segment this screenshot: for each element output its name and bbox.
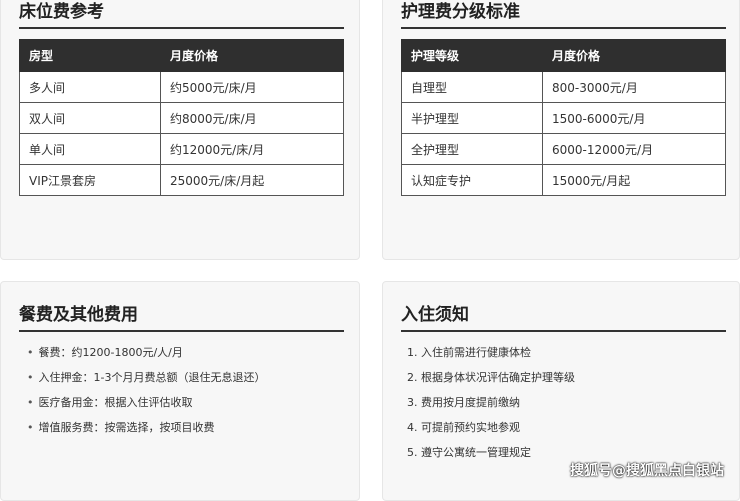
bed-fees-title: 床位费参考 xyxy=(19,0,344,29)
list-item: 2. 根据身体状况评估确定护理等级 xyxy=(407,371,575,384)
care-level-cell: 认知症专护 xyxy=(401,164,543,196)
price-cell: 15000元/月起 xyxy=(542,164,726,196)
price-cell: 800-3000元/月 xyxy=(542,71,726,103)
table-row: VIP江景套房 25000元/床/月起 xyxy=(19,164,344,196)
list-item: 5. 遵守公寓统一管理规定 xyxy=(407,446,531,459)
room-type-cell: 多人间 xyxy=(19,71,161,103)
table-row: 双人间 约8000元/床/月 xyxy=(19,102,344,134)
price-cell: 约12000元/床/月 xyxy=(160,133,344,165)
column-header-monthly-price: 月度价格 xyxy=(160,39,344,72)
table-row: 自理型 800-3000元/月 xyxy=(401,71,726,103)
bed-fees-card: 床位费参考 房型 月度价格 多人间 约5000元/床/月 双人间 约8000元/… xyxy=(0,0,360,260)
watermark: 搜狐号@搜狐黑点白银站 xyxy=(570,463,724,479)
table-row: 多人间 约5000元/床/月 xyxy=(19,71,344,103)
care-fees-card: 护理费分级标准 护理等级 月度价格 自理型 800-3000元/月 半护理型 1… xyxy=(382,0,740,260)
table-header-row: 护理等级 月度价格 xyxy=(401,39,726,72)
table-header-row: 房型 月度价格 xyxy=(19,39,344,72)
column-header-monthly-price: 月度价格 xyxy=(542,39,726,72)
price-cell: 约8000元/床/月 xyxy=(160,102,344,134)
column-header-care-level: 护理等级 xyxy=(401,39,543,72)
list-item: 3. 费用按月度提前缴纳 xyxy=(407,396,520,409)
bed-fees-table: 房型 月度价格 多人间 约5000元/床/月 双人间 约8000元/床/月 单人… xyxy=(19,39,344,196)
care-level-cell: 全护理型 xyxy=(401,133,543,165)
table-row: 认知症专护 15000元/月起 xyxy=(401,164,726,196)
notice-title: 入住须知 xyxy=(401,300,726,332)
list-item: 餐费：约1200-1800元/人/月 xyxy=(27,344,265,369)
care-fees-title: 护理费分级标准 xyxy=(401,0,726,29)
room-type-cell: VIP江景套房 xyxy=(19,164,161,196)
table-row: 半护理型 1500-6000元/月 xyxy=(401,102,726,134)
care-fees-table: 护理等级 月度价格 自理型 800-3000元/月 半护理型 1500-6000… xyxy=(401,39,726,196)
column-header-room-type: 房型 xyxy=(19,39,161,72)
price-cell: 约5000元/床/月 xyxy=(160,71,344,103)
table-row: 单人间 约12000元/床/月 xyxy=(19,133,344,165)
other-fees-list: 餐费：约1200-1800元/人/月 入住押金：1-3个月月费总额（退住无息退还… xyxy=(27,344,266,444)
care-level-cell: 半护理型 xyxy=(401,102,543,134)
list-item: 入住押金：1-3个月月费总额（退住无息退还） xyxy=(27,369,266,394)
list-item: 医疗备用金：根据入住评估收取 xyxy=(27,394,265,419)
notice-list: 1. 入住前需进行健康体检 2. 根据身体状况评估确定护理等级 3. 费用按月度… xyxy=(407,345,575,470)
other-fees-title: 餐费及其他费用 xyxy=(19,300,344,332)
other-fees-card: 餐费及其他费用 餐费：约1200-1800元/人/月 入住押金：1-3个月月费总… xyxy=(0,281,360,501)
table-row: 全护理型 6000-12000元/月 xyxy=(401,133,726,165)
room-type-cell: 单人间 xyxy=(19,133,161,165)
list-item: 4. 可提前预约实地参观 xyxy=(407,421,520,434)
list-item: 1. 入住前需进行健康体检 xyxy=(407,346,531,359)
price-cell: 25000元/床/月起 xyxy=(160,164,344,196)
care-level-cell: 自理型 xyxy=(401,71,543,103)
price-cell: 6000-12000元/月 xyxy=(542,133,726,165)
room-type-cell: 双人间 xyxy=(19,102,161,134)
list-item: 增值服务费：按需选择，按项目收费 xyxy=(27,419,265,444)
price-cell: 1500-6000元/月 xyxy=(542,102,726,134)
